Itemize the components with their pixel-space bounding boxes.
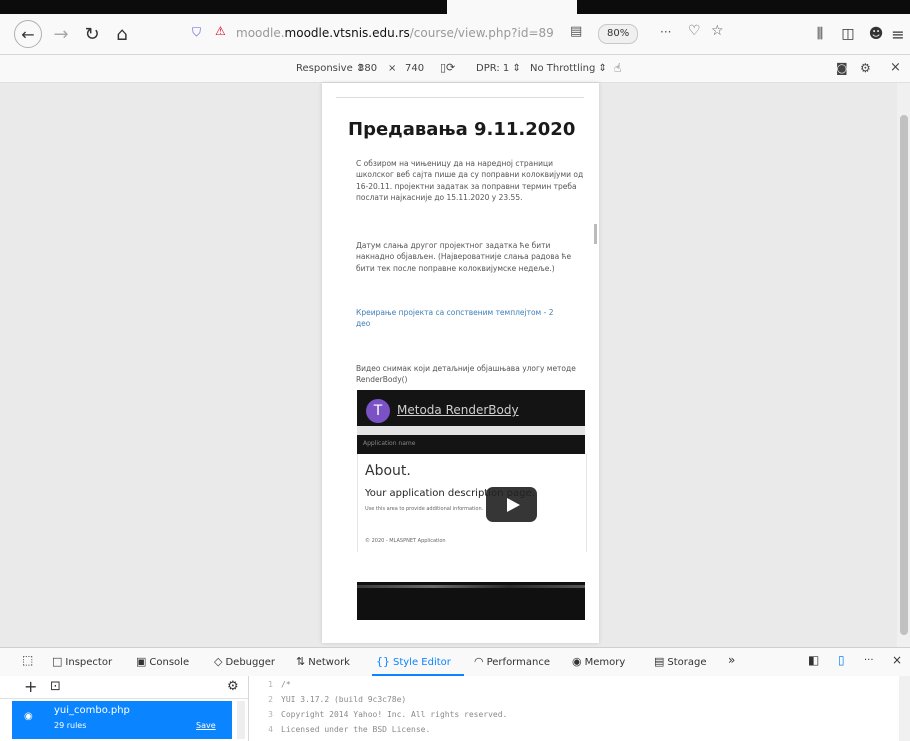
inspector-icon: □ [52, 655, 63, 668]
viewport-height-input[interactable]: 740 [405, 63, 424, 74]
debugger-icon: ◇ [214, 655, 223, 668]
stylesheet-list-pane: + ⊡ ⚙ ◉ yui_combo.php 29 rules Save [0, 676, 249, 741]
shield-icon: ⛉ [192, 25, 202, 39]
dock-icon[interactable]: ◧ [808, 653, 819, 667]
code-line: 3 Copyright 2014 Yahoo! Inc. All rights r… [268, 710, 508, 719]
active-tab[interactable] [447, 0, 577, 14]
close-rdm-icon[interactable]: × [890, 60, 901, 75]
video-frame-about[interactable]: About. Your application description page… [357, 454, 587, 552]
content-scroll-indicator [594, 224, 597, 244]
tab-performance[interactable]: ◠ Performance [474, 655, 550, 668]
reload-button[interactable]: ↻ [78, 20, 106, 48]
stylesheet-list-scrollbar[interactable] [237, 701, 245, 739]
forward-button[interactable]: → [47, 20, 75, 48]
memory-icon: ◉ [572, 655, 582, 668]
about-small-text: Use this area to provide additional info… [365, 506, 484, 512]
save-link[interactable]: Save [196, 721, 216, 730]
stylesheet-rule-count: 29 rules [54, 721, 87, 730]
forward-arrow-icon: → [53, 23, 69, 45]
style-editor-icon: {} [376, 655, 390, 668]
options-gear-icon[interactable]: ⚙ [227, 679, 239, 694]
viewport-width-input[interactable]: 380 [358, 63, 377, 74]
home-button[interactable]: ⌂ [108, 20, 136, 48]
video-title[interactable]: Metoda RenderBody [397, 403, 519, 417]
video-app-name: Application name [363, 440, 416, 447]
reload-icon: ↻ [84, 23, 100, 45]
responsive-mode-icon[interactable]: ▯ [838, 653, 845, 667]
device-selector[interactable]: Responsive ⇕ [296, 63, 364, 74]
pocket-icon[interactable]: ♡ [688, 23, 701, 39]
touch-simulation-icon[interactable]: ☝ [614, 61, 621, 75]
rotate-icon[interactable]: ▯⟳ [440, 61, 455, 74]
stylesheet-toolbar: + ⊡ ⚙ [0, 676, 248, 699]
url-path: /course/view.php?id=89 [409, 26, 554, 40]
eye-icon[interactable]: ◉ [24, 711, 33, 722]
paragraph-2: Датум слања другог пројектног задатка ће… [356, 241, 572, 273]
video-embed[interactable]: T Metoda RenderBody Application name [357, 390, 585, 454]
back-arrow-icon: ← [21, 24, 35, 44]
responsive-design-toolbar: Responsive ⇕ 380 × 740 ▯⟳ DPR: 1 ⇕ No Th… [0, 55, 910, 83]
project-template-link[interactable]: Креирање пројекта са сопственим темплејт… [356, 307, 566, 330]
new-stylesheet-icon[interactable]: + [24, 677, 37, 696]
screenshot-icon[interactable]: ◙ [836, 61, 848, 75]
more-tools-icon[interactable]: » [728, 653, 735, 667]
about-title: About. [365, 463, 411, 479]
zoom-level-badge[interactable]: 80% [598, 24, 639, 44]
import-stylesheet-icon[interactable]: ⊡ [50, 679, 61, 694]
paragraph-3: Видео снимак који детаљније објашњава ул… [356, 364, 576, 385]
code-line: 2 YUI 3.17.2 (build 9c3c78e) [268, 695, 407, 704]
code-line: 1/* [268, 680, 291, 689]
second-video-embed[interactable] [357, 582, 585, 620]
tab-style-editor[interactable]: {} Style Editor [376, 655, 451, 668]
video-thumbnail-strip [357, 585, 585, 588]
devtools-toolbar: ⬚ □ Inspector ▣ Console ◇ Debugger ⇅ Network… [0, 647, 910, 677]
reader-view-icon[interactable]: ▤ [570, 24, 582, 39]
home-icon: ⌂ [116, 23, 128, 45]
throttling-selector[interactable]: No Throttling ⇕ [530, 63, 607, 74]
play-icon [506, 497, 520, 512]
dpr-selector[interactable]: DPR: 1 ⇕ [476, 63, 521, 74]
performance-icon: ◠ [474, 655, 484, 668]
console-icon: ▣ [136, 655, 147, 668]
star-icon[interactable]: ☆ [711, 23, 724, 39]
tab-inspector[interactable]: □ Inspector [52, 655, 112, 668]
channel-avatar: T [366, 399, 390, 423]
navigation-toolbar: ← → ↻ ⌂ ⛉ ⚠ moodle.moodle.vtsnis.edu.rs/… [0, 14, 910, 55]
back-button[interactable]: ← [14, 20, 42, 48]
about-copyright: © 2020 - MLASPNET Application [365, 538, 446, 544]
code-editor[interactable]: 1/* 2 YUI 3.17.2 (build 9c3c78e) 3 Copyrig… [249, 676, 910, 741]
viewport-scrollbar-thumb[interactable] [900, 115, 908, 635]
settings-icon[interactable]: ⚙ [860, 61, 871, 75]
insecure-lock-icon: ⚠ [215, 24, 226, 38]
menu-icon[interactable]: ≡ [884, 20, 910, 48]
storage-icon: ▤ [654, 655, 665, 668]
sidebar-icon[interactable]: ◫ [834, 20, 862, 48]
page-title: Предавања 9.11.2020 [348, 119, 576, 140]
tab-console[interactable]: ▣ Console [136, 655, 189, 668]
close-devtools-icon[interactable]: × [892, 653, 902, 667]
code-editor-scrollbar[interactable] [899, 676, 910, 741]
code-line: 4 Licensed under the BSD License. [268, 725, 431, 734]
library-icon[interactable]: ⫼ [806, 20, 834, 48]
play-button[interactable] [486, 487, 537, 522]
tab-strip [0, 0, 910, 14]
tab-network[interactable]: ⇅ Network [296, 655, 350, 668]
address-bar[interactable]: ⛉ ⚠ moodle.moodle.vtsnis.edu.rs/course/v… [186, 21, 742, 47]
video-app-navbar [357, 426, 585, 435]
stylesheet-name: yui_combo.php [54, 705, 130, 716]
url-domain: moodle.vtsnis.edu.rs [284, 26, 410, 40]
divider [336, 97, 584, 98]
tab-storage[interactable]: ▤ Storage [654, 655, 707, 668]
tab-memory[interactable]: ◉ Memory [572, 655, 625, 668]
tab-debugger[interactable]: ◇ Debugger [214, 655, 275, 668]
devtools-overflow-icon[interactable]: ··· [864, 655, 874, 666]
page-actions-icon[interactable]: ··· [660, 25, 671, 39]
stylesheet-item[interactable]: ◉ yui_combo.php 29 rules Save [12, 701, 232, 739]
element-picker-icon[interactable]: ⬚ [22, 653, 33, 667]
dimension-separator: × [388, 63, 397, 74]
network-icon: ⇅ [296, 655, 306, 668]
device-frame: Предавања 9.11.2020 С обзиром на чињениц… [322, 83, 599, 643]
url-text[interactable]: moodle.moodle.vtsnis.edu.rs/course/view.… [236, 26, 554, 40]
paragraph-1: С обзиром на чињеницу да на наредној стр… [356, 159, 584, 202]
